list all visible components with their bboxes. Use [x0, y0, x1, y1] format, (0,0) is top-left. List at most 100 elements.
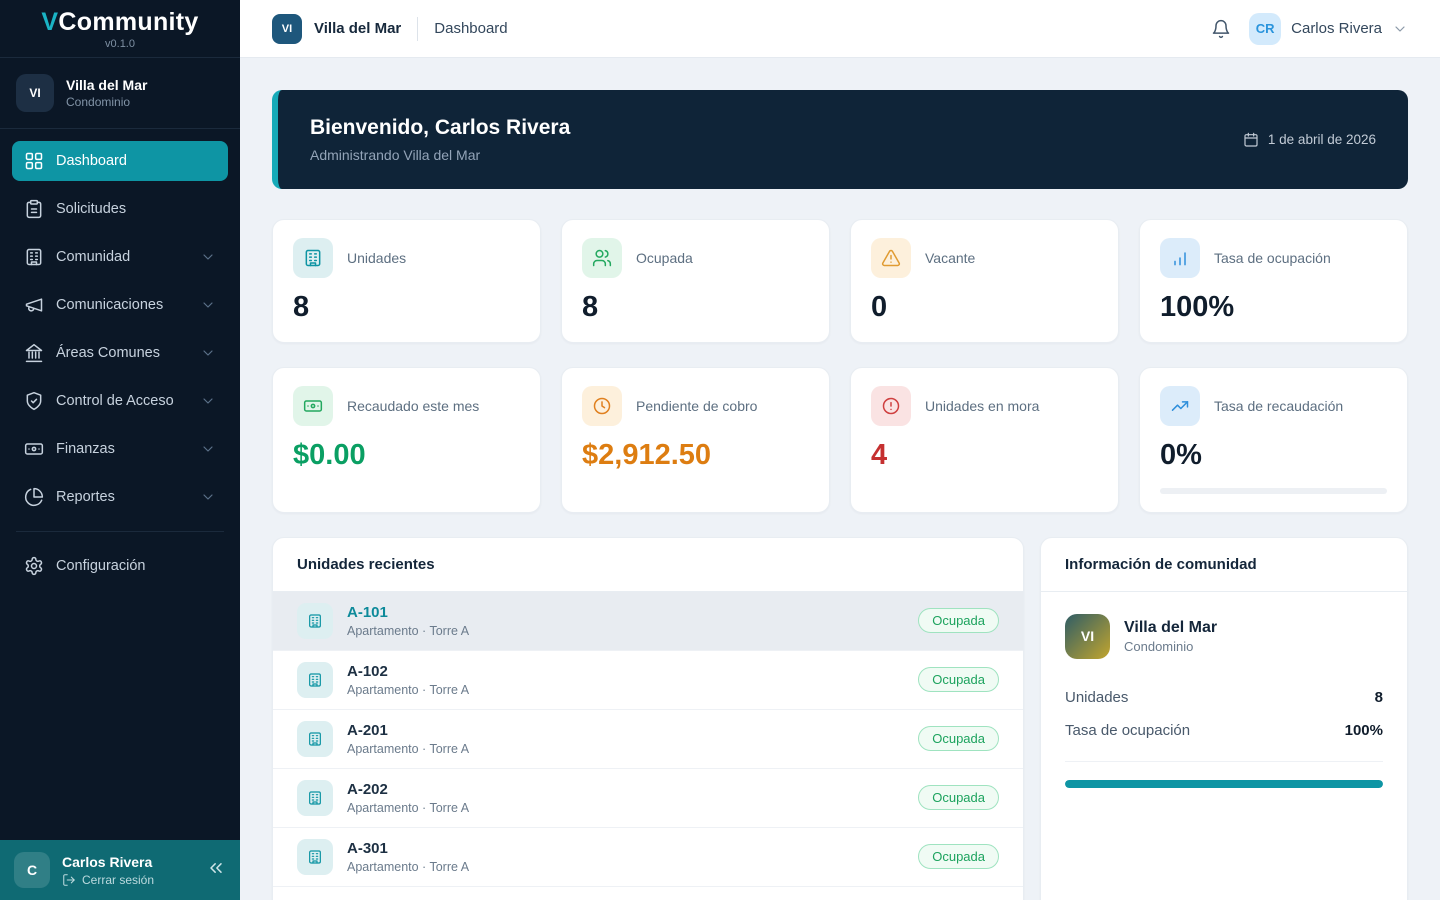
- unit-row[interactable]: A-301 Apartamento · Torre A Ocupada: [273, 828, 1023, 887]
- unit-name: A-201: [347, 722, 469, 739]
- sidebar-item-solicitudes[interactable]: Solicitudes: [12, 189, 228, 229]
- progress-fill: [1065, 780, 1383, 788]
- stat-card-recaudado: Recaudado este mes $0.00: [272, 367, 541, 513]
- info-value: 8: [1375, 689, 1383, 706]
- dashboard-icon: [24, 151, 44, 171]
- user-menu-button[interactable]: CR Carlos Rivera: [1249, 13, 1408, 45]
- welcome-subtitle: Administrando Villa del Mar: [310, 147, 570, 163]
- sidebar-item-control-acceso[interactable]: Control de Acceso: [12, 381, 228, 421]
- chevron-down-icon: [200, 249, 216, 265]
- divider: [1065, 761, 1383, 762]
- gear-icon: [24, 556, 44, 576]
- bar-chart-icon: [1160, 238, 1200, 278]
- breadcrumb-page-title: Dashboard: [434, 20, 507, 37]
- clock-icon: [582, 386, 622, 426]
- logo-text: Community: [58, 8, 198, 36]
- landmark-icon: [24, 343, 44, 363]
- building-icon: [293, 238, 333, 278]
- community-type: Condominio: [66, 95, 147, 109]
- app-logo: VCommunity v0.1.0: [0, 0, 240, 58]
- main-area: VI Villa del Mar Dashboard CR Carlos Riv…: [240, 0, 1440, 900]
- app-root: VCommunity v0.1.0 VI Villa del Mar Condo…: [0, 0, 1440, 900]
- header-divider: [417, 17, 418, 41]
- logout-label: Cerrar sesión: [82, 873, 154, 887]
- unit-row[interactable]: A-201 Apartamento · Torre A Ocupada: [273, 710, 1023, 769]
- bottom-panels: Unidades recientes A-101 Apartamento · T…: [272, 537, 1408, 900]
- stat-value: 4: [871, 440, 1098, 472]
- shield-check-icon: [24, 391, 44, 411]
- sidebar-item-label: Configuración: [56, 558, 145, 574]
- alert-circle-icon: [871, 386, 911, 426]
- stat-card-tasa-recaudacion: Tasa de recaudación 0%: [1139, 367, 1408, 513]
- sidebar-item-label: Comunidad: [56, 249, 130, 265]
- app-version: v0.1.0: [105, 38, 135, 50]
- logo-v: V: [41, 8, 58, 36]
- sidebar-item-label: Solicitudes: [56, 201, 126, 217]
- stat-card-pendiente: Pendiente de cobro $2,912.50: [561, 367, 830, 513]
- banknote-icon: [24, 439, 44, 459]
- view-all-units-link[interactable]: Ver todas las unidades →: [273, 887, 1023, 900]
- stat-card-unidades: Unidades 8: [272, 219, 541, 343]
- building-icon: [297, 839, 333, 875]
- unit-row[interactable]: A-202 Apartamento · Torre A Ocupada: [273, 769, 1023, 828]
- stat-value: $0.00: [293, 440, 520, 472]
- unit-name: A-301: [347, 840, 469, 857]
- info-row-unidades: Unidades 8: [1065, 681, 1383, 714]
- stat-label: Tasa de ocupación: [1214, 250, 1331, 266]
- stat-label: Unidades: [347, 250, 406, 266]
- user-avatar: CR: [1249, 13, 1281, 45]
- logout-button[interactable]: Cerrar sesión: [62, 873, 154, 887]
- chevron-down-icon: [200, 297, 216, 313]
- sidebar: VCommunity v0.1.0 VI Villa del Mar Condo…: [0, 0, 240, 900]
- users-icon: [582, 238, 622, 278]
- community-info-panel: Información de comunidad VI Villa del Ma…: [1040, 537, 1408, 900]
- status-badge: Ocupada: [918, 726, 999, 751]
- community-name: Villa del Mar: [1124, 619, 1217, 637]
- sidebar-item-dashboard[interactable]: Dashboard: [12, 141, 228, 181]
- community-name: Villa del Mar: [66, 77, 147, 93]
- stat-value: 8: [582, 292, 809, 324]
- sidebar-item-label: Reportes: [56, 489, 115, 505]
- collection-progress-bar: [1160, 488, 1387, 494]
- stat-value: $2,912.50: [582, 440, 809, 472]
- sidebar-item-reportes[interactable]: Reportes: [12, 477, 228, 517]
- stat-card-tasa-ocupacion: Tasa de ocupación 100%: [1139, 219, 1408, 343]
- stat-label: Ocupada: [636, 250, 693, 266]
- user-name: Carlos Rivera: [1291, 20, 1382, 37]
- notifications-button[interactable]: [1211, 19, 1231, 39]
- sidebar-item-comunidad[interactable]: Comunidad: [12, 237, 228, 277]
- unit-subtitle: Apartamento · Torre A: [347, 742, 469, 756]
- dashboard-content: Bienvenido, Carlos Rivera Administrando …: [240, 58, 1440, 900]
- sidebar-item-configuracion[interactable]: Configuración: [12, 546, 228, 586]
- stats-row-2: Recaudado este mes $0.00 Pendiente de co…: [272, 367, 1408, 513]
- stat-card-ocupada: Ocupada 8: [561, 219, 830, 343]
- sidebar-item-areas-comunes[interactable]: Áreas Comunes: [12, 333, 228, 373]
- unit-row[interactable]: A-101 Apartamento · Torre A Ocupada: [273, 592, 1023, 651]
- chevron-down-icon: [200, 345, 216, 361]
- welcome-banner: Bienvenido, Carlos Rivera Administrando …: [272, 90, 1408, 189]
- sidebar-item-label: Áreas Comunes: [56, 345, 160, 361]
- sidebar-item-comunicaciones[interactable]: Comunicaciones: [12, 285, 228, 325]
- sidebar-item-label: Control de Acceso: [56, 393, 174, 409]
- stat-card-vacante: Vacante 0: [850, 219, 1119, 343]
- trending-up-icon: [1160, 386, 1200, 426]
- community-avatar: VI: [1065, 614, 1110, 659]
- logout-icon: [62, 873, 76, 887]
- stat-value: 0%: [1160, 440, 1387, 472]
- alert-triangle-icon: [871, 238, 911, 278]
- stat-label: Recaudado este mes: [347, 398, 479, 414]
- chevron-down-icon: [200, 393, 216, 409]
- header-community-badge: VI: [272, 14, 302, 44]
- chevron-down-icon: [200, 489, 216, 505]
- pie-chart-icon: [24, 487, 44, 507]
- info-label: Tasa de ocupación: [1065, 722, 1190, 739]
- unit-subtitle: Apartamento · Torre A: [347, 801, 469, 815]
- welcome-title: Bienvenido, Carlos Rivera: [310, 116, 570, 140]
- megaphone-icon: [24, 295, 44, 315]
- sidebar-item-finanzas[interactable]: Finanzas: [12, 429, 228, 469]
- building-icon: [297, 603, 333, 639]
- unit-row[interactable]: A-102 Apartamento · Torre A Ocupada: [273, 651, 1023, 710]
- info-row-tasa: Tasa de ocupación 100%: [1065, 714, 1383, 747]
- banknote-icon: [293, 386, 333, 426]
- sidebar-collapse-button[interactable]: [206, 858, 226, 883]
